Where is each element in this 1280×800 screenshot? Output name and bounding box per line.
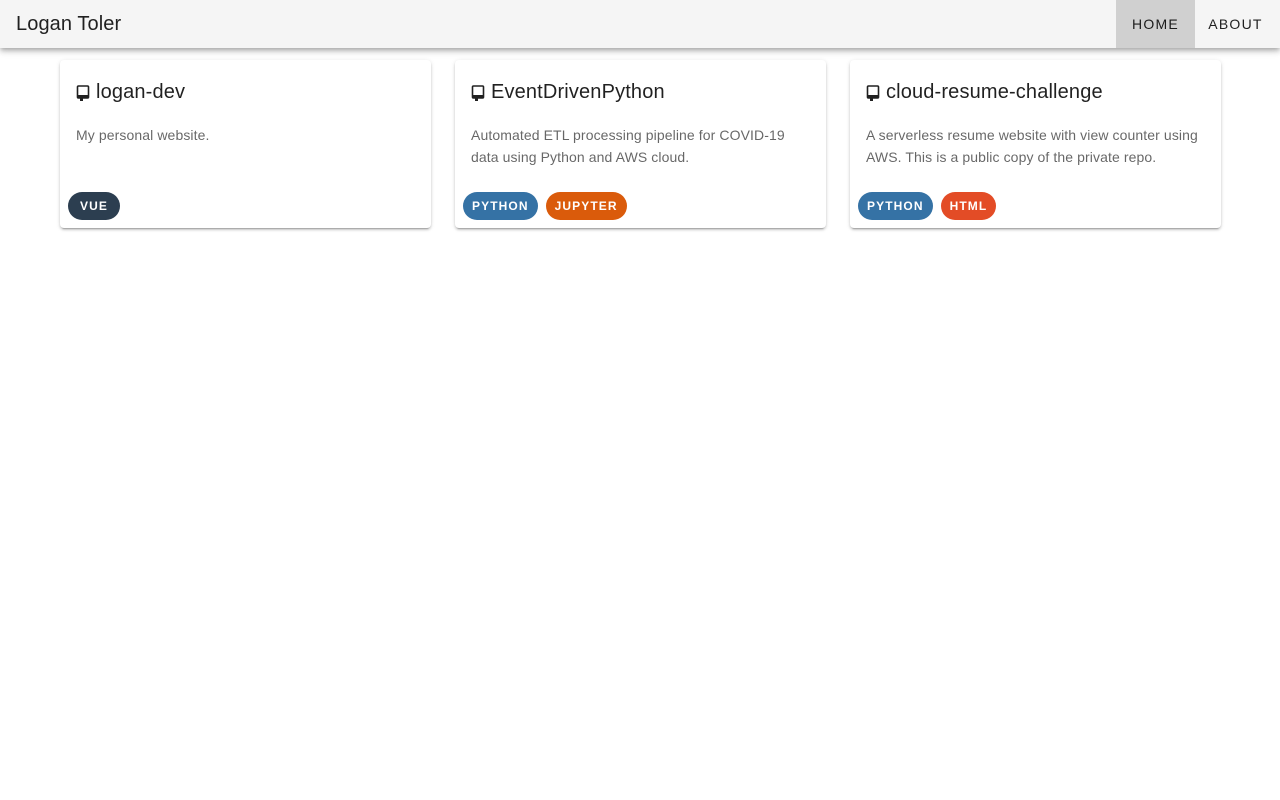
card-description: My personal website. bbox=[76, 127, 210, 143]
tag-list: Python Jupyter bbox=[463, 192, 627, 220]
card-description: Automated ETL processing pipeline for CO… bbox=[471, 127, 785, 165]
app-title: Logan Toler bbox=[16, 12, 122, 35]
card-description: A serverless resume website with view co… bbox=[866, 127, 1198, 165]
repo-icon bbox=[76, 84, 90, 101]
card-title: cloud-resume-challenge bbox=[866, 80, 1103, 104]
project-card-logan-dev[interactable]: logan-dev My personal website. Vue bbox=[60, 60, 431, 228]
tag-chip-html[interactable]: HTML bbox=[940, 192, 997, 220]
nav-bar: Home About bbox=[1116, 0, 1280, 48]
card-title: logan-dev bbox=[76, 80, 185, 104]
nav-home-button[interactable]: Home bbox=[1116, 0, 1195, 48]
card-title-text: cloud-resume-challenge bbox=[886, 81, 1103, 103]
tag-list: Vue bbox=[68, 192, 120, 220]
tag-chip-python[interactable]: Python bbox=[463, 192, 538, 220]
tag-chip-jupyter[interactable]: Jupyter bbox=[545, 192, 627, 220]
nav-about-button[interactable]: About bbox=[1195, 0, 1280, 48]
project-card-cloud-resume-challenge[interactable]: cloud-resume-challenge A serverless resu… bbox=[850, 60, 1221, 228]
card-title-text: EventDrivenPython bbox=[491, 81, 665, 103]
card-title: EventDrivenPython bbox=[471, 80, 665, 104]
tag-list: Python HTML bbox=[858, 192, 997, 220]
tag-chip-vue[interactable]: Vue bbox=[68, 192, 120, 220]
repo-icon bbox=[471, 84, 485, 101]
repo-icon bbox=[866, 84, 880, 101]
card-title-text: logan-dev bbox=[96, 81, 186, 103]
app-bar: Logan Toler Home About bbox=[0, 0, 1280, 48]
project-card-eventdrivenpython[interactable]: EventDrivenPython Automated ETL processi… bbox=[455, 60, 826, 228]
tag-chip-python[interactable]: Python bbox=[858, 192, 933, 220]
project-cards: logan-dev My personal website. Vue Event… bbox=[60, 60, 1221, 228]
